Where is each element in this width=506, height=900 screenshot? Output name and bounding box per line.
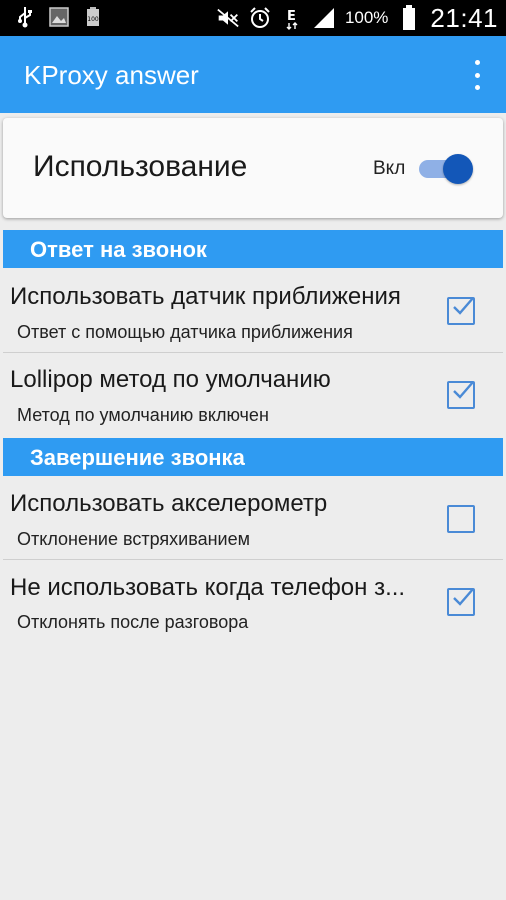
overflow-menu-icon[interactable] [470,60,484,90]
checkbox-lollipop-method[interactable] [447,381,475,409]
data-e-icon: E [281,7,303,30]
check-icon [453,297,474,315]
switch-state-label: Вкл [373,158,406,179]
battery-small-icon: 100 [82,6,104,28]
section-title: Ответ на звонок [30,237,207,262]
usb-icon [14,6,36,28]
switch-thumb [443,154,473,184]
battery-icon [398,5,420,30]
clock: 21:41 [430,2,498,33]
check-icon [453,381,474,399]
svg-text:E: E [287,9,296,24]
status-bar: 100 E 100% 21:41 [0,0,506,36]
pref-subtitle: Метод по умолчанию включен [17,405,269,425]
image-icon [48,6,70,28]
pref-lollipop-method[interactable]: Lollipop метод по умолчанию Метод по умо… [0,353,506,437]
section-header-answer: Ответ на звонок [3,230,503,268]
master-switch-card[interactable]: Использование Вкл [3,118,503,218]
alarm-icon [249,7,271,29]
master-switch-title: Использование [33,150,248,183]
pref-title: Не использовать когда телефон з... [10,574,406,601]
enable-switch[interactable] [417,153,475,185]
pref-subtitle: Отклонять после разговора [17,612,249,632]
mute-icon [217,7,239,29]
pref-subtitle: Отклонение встряхиванием [17,529,250,549]
check-icon [453,588,474,606]
pref-accelerometer[interactable]: Использовать акселерометр Отклонение вст… [0,476,506,560]
battery-percent: 100% [344,8,389,27]
pref-subtitle: Ответ с помощью датчика приближения [17,322,353,342]
svg-text:100: 100 [87,16,99,23]
app-title: KProxy answer [24,60,199,90]
pref-title: Lollipop метод по умолчанию [10,366,331,393]
pref-title: Использовать акселерометр [10,490,328,517]
pref-title: Использовать датчик приближения [10,283,401,310]
section-header-end-call: Завершение звонка [3,438,503,476]
pref-proximity-sensor[interactable]: Использовать датчик приближения Ответ с … [0,268,506,353]
section-title: Завершение звонка [30,445,245,470]
signal-icon [313,7,335,29]
app-bar: KProxy answer [0,36,506,113]
checkbox-not-during-call[interactable] [447,588,475,616]
checkbox-proximity-sensor[interactable] [447,297,475,325]
checkbox-accelerometer[interactable] [447,505,475,533]
pref-not-during-call[interactable]: Не использовать когда телефон з... Откло… [0,560,506,644]
